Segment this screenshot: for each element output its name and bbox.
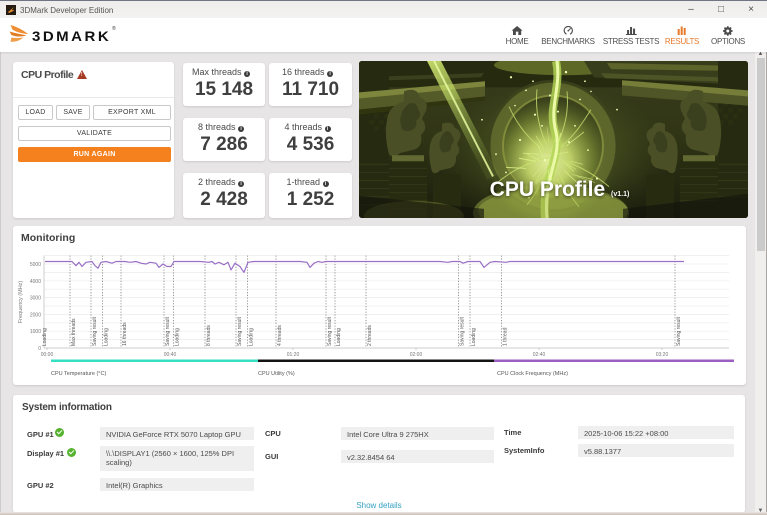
svg-text:Saving result: Saving result xyxy=(676,316,682,346)
svg-text:CPU Utility (%): CPU Utility (%) xyxy=(258,371,295,376)
svg-text:03:20: 03:20 xyxy=(656,352,669,358)
svg-text:Loading: Loading xyxy=(175,328,181,346)
svg-text:02:40: 02:40 xyxy=(533,352,546,358)
svg-text:Saving result: Saving result xyxy=(327,316,333,346)
svg-text:4000: 4000 xyxy=(30,279,41,285)
svg-text:8 threads: 8 threads xyxy=(206,325,212,346)
svg-text:Saving result: Saving result xyxy=(92,316,98,346)
svg-text:16 threads: 16 threads xyxy=(122,322,128,346)
svg-text:CPU Temperature (°C): CPU Temperature (°C) xyxy=(51,371,106,376)
svg-text:00:40: 00:40 xyxy=(164,352,177,358)
svg-text:Loading: Loading xyxy=(104,328,110,346)
svg-text:CPU Clock Frequency (MHz): CPU Clock Frequency (MHz) xyxy=(497,371,568,376)
svg-text:2000: 2000 xyxy=(30,312,41,318)
svg-text:00:00: 00:00 xyxy=(41,352,54,358)
svg-text:5000: 5000 xyxy=(30,262,41,268)
svg-text:Saving result: Saving result xyxy=(460,316,466,346)
svg-text:Max threads: Max threads xyxy=(71,318,77,346)
svg-text:Saving result: Saving result xyxy=(237,316,243,346)
svg-text:Loading: Loading xyxy=(42,328,48,346)
svg-text:Frequency (MHz): Frequency (MHz) xyxy=(18,281,24,324)
svg-text:2 threads: 2 threads xyxy=(367,325,373,346)
svg-text:4 threads: 4 threads xyxy=(277,325,283,346)
svg-text:Saving result: Saving result xyxy=(165,316,171,346)
svg-text:Loading: Loading xyxy=(336,328,342,346)
svg-text:3000: 3000 xyxy=(30,296,41,302)
svg-text:02:00: 02:00 xyxy=(410,352,423,358)
svg-text:1000: 1000 xyxy=(30,329,41,335)
svg-text:01:20: 01:20 xyxy=(287,352,300,358)
svg-text:Loading: Loading xyxy=(471,328,477,346)
svg-text:1 thread: 1 thread xyxy=(503,327,509,346)
svg-text:Loading: Loading xyxy=(249,328,255,346)
